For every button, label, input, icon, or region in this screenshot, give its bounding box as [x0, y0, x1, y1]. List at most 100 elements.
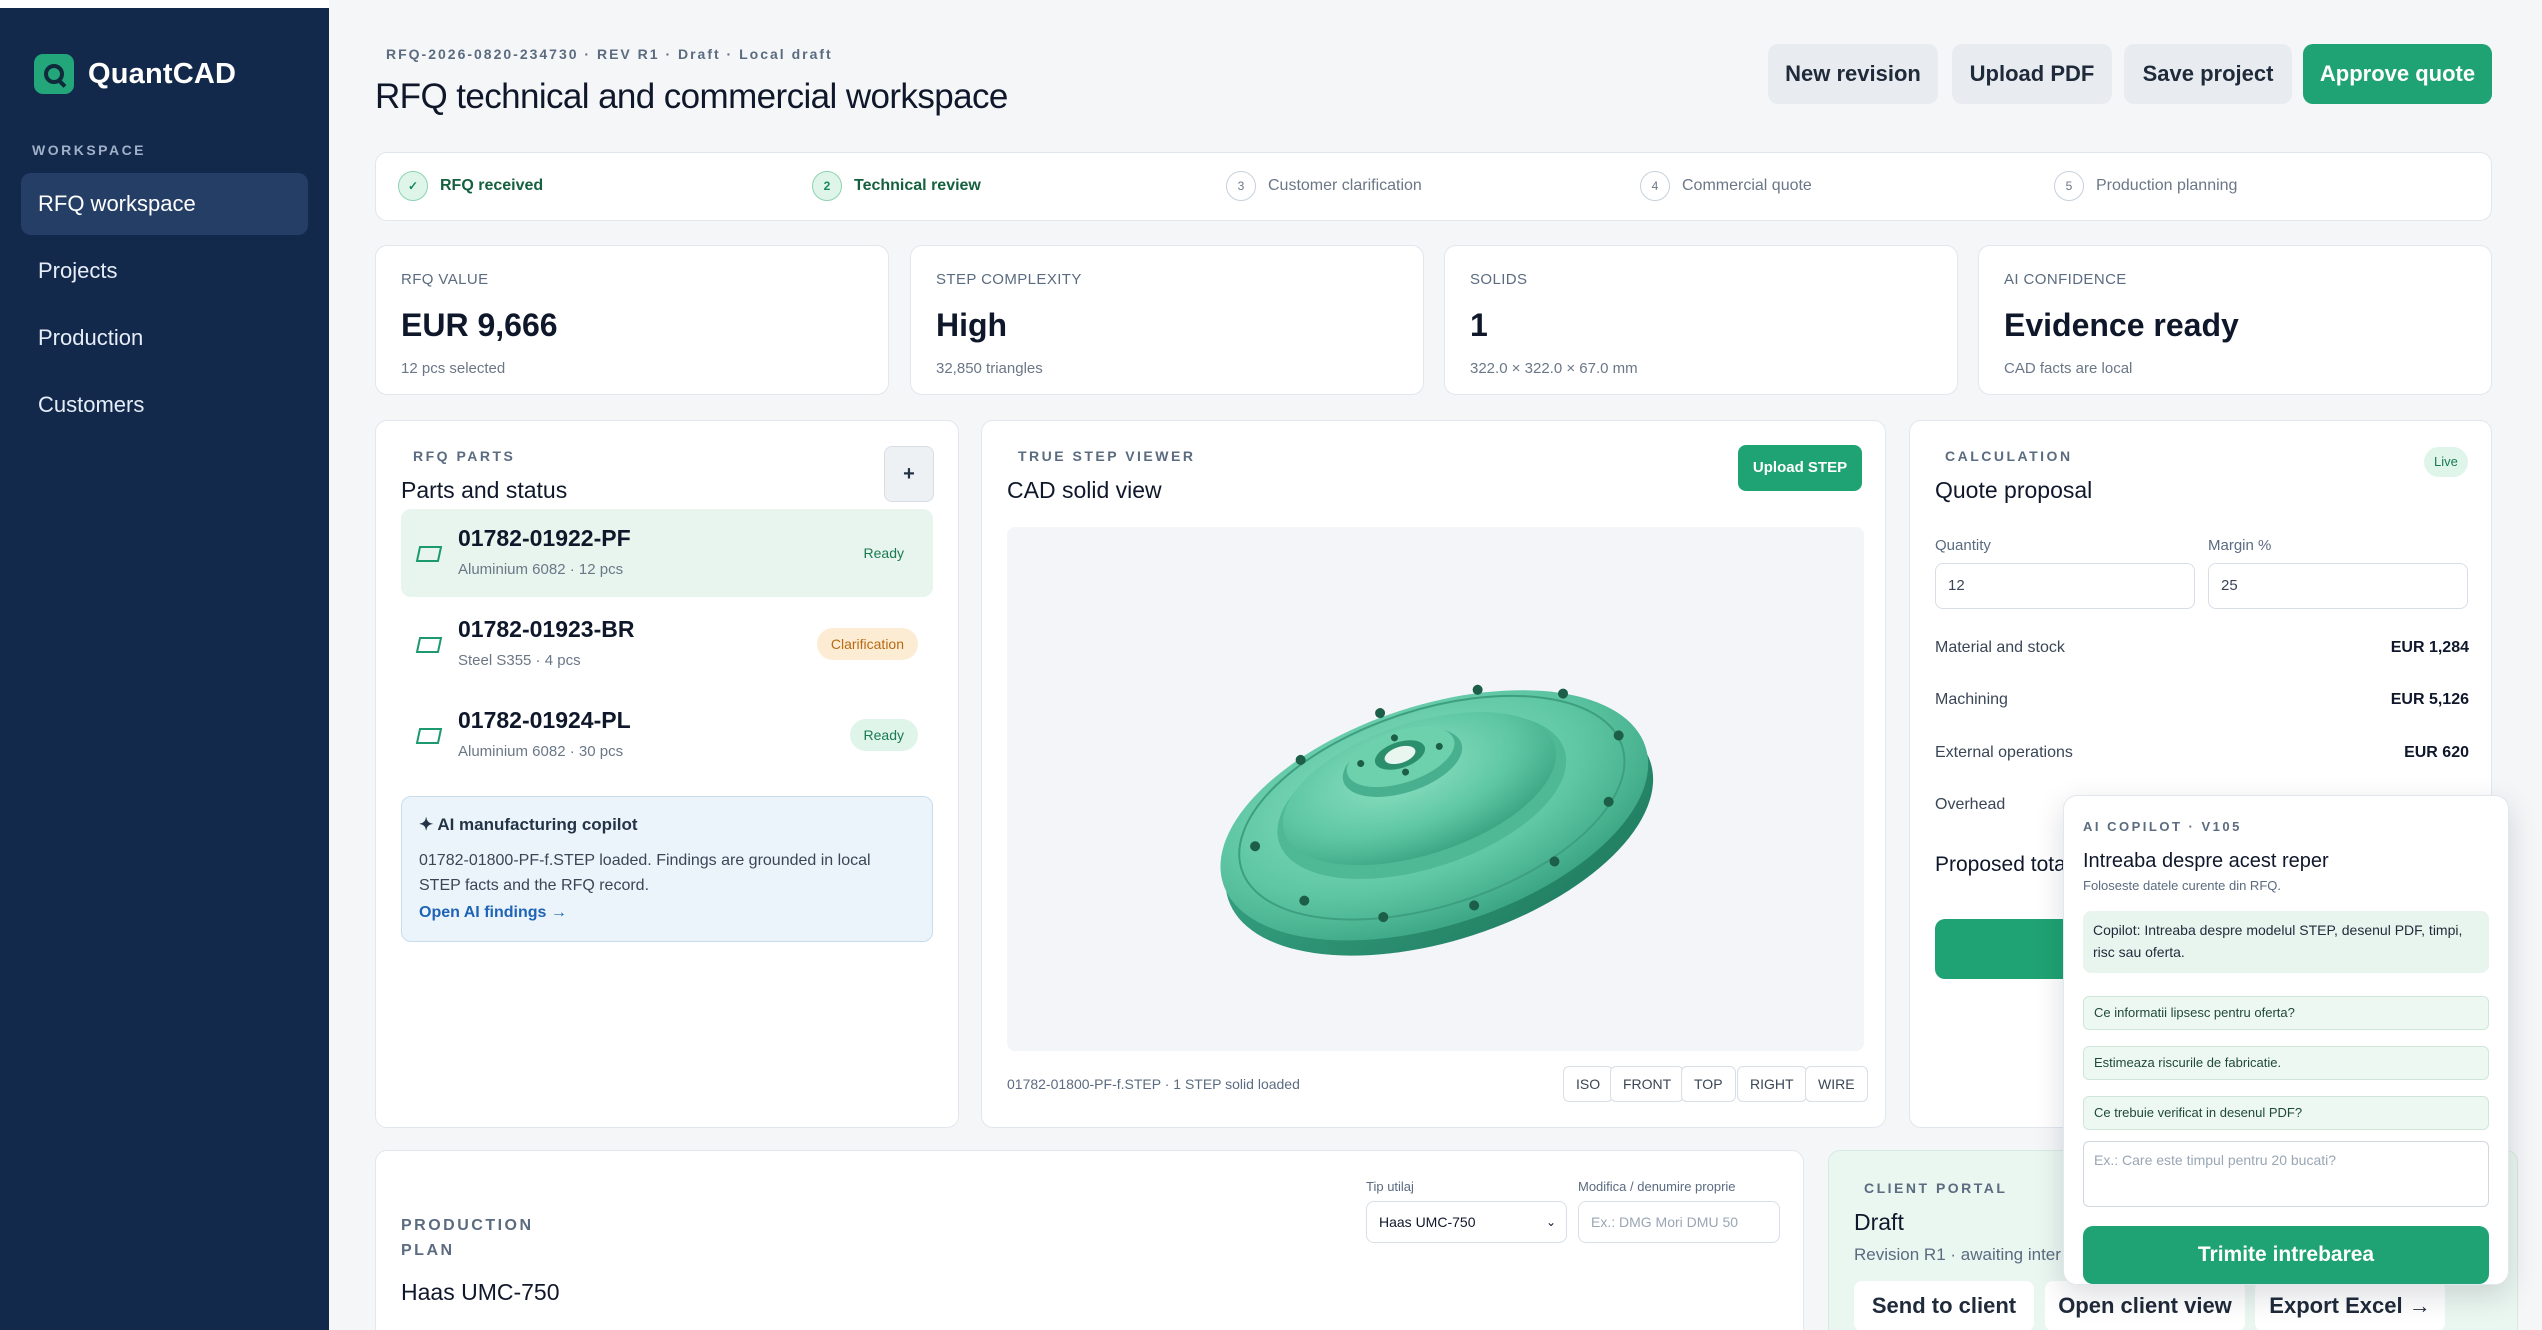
calc-row-label: Overhead: [1935, 796, 2006, 813]
sidebar-item-rfq-workspace[interactable]: RFQ workspace: [21, 173, 308, 235]
view-wire-button[interactable]: WIRE: [1805, 1066, 1868, 1102]
view-right-button[interactable]: RIGHT: [1737, 1066, 1807, 1102]
production-title: Haas UMC-750: [401, 1279, 560, 1305]
part-row[interactable]: 01782-01924-PL Aluminium 6082 · 30 pcs R…: [401, 691, 933, 779]
view-front-button[interactable]: FRONT: [1610, 1066, 1685, 1102]
status-badge: Clarification: [816, 628, 918, 660]
margin-label: Margin %: [2208, 537, 2272, 554]
step-rfq-received[interactable]: ✓ RFQ received: [398, 171, 543, 201]
part-name: 01782-01923-BR: [458, 616, 635, 642]
kpi-value: EUR 9,666: [401, 307, 558, 343]
new-revision-button[interactable]: New revision: [1768, 44, 1938, 104]
step-label: Production planning: [2096, 177, 2238, 194]
step-technical-review[interactable]: 2 Technical review: [812, 171, 981, 201]
part-row[interactable]: 01782-01922-PF Aluminium 6082 · 12 pcs R…: [401, 509, 933, 597]
part-icon: [415, 546, 443, 562]
suggestion-chip[interactable]: Ce informatii lipsesc pentru oferta?: [2083, 996, 2489, 1030]
chevron-down-icon: ⌄: [1545, 1215, 1556, 1229]
quantity-label: Quantity: [1935, 537, 1991, 554]
portal-sub: Revision R1 · awaiting inter: [1854, 1245, 2061, 1264]
kpi-step-complexity: STEP COMPLEXITY High 32,850 triangles: [910, 245, 1424, 395]
kpi-label: STEP COMPLEXITY: [936, 271, 1082, 288]
part-icon: [415, 637, 443, 653]
modify-label: Modifica / denumire proprie: [1578, 1179, 1736, 1194]
upload-step-button[interactable]: Upload STEP: [1738, 445, 1862, 491]
production-plan-card: PRODUCTION PLAN Haas UMC-750 Tip utilaj …: [375, 1150, 1804, 1330]
margin-input[interactable]: 25: [2208, 563, 2468, 609]
tool-type-value: Haas UMC-750: [1379, 1214, 1476, 1230]
send-to-client-button[interactable]: Send to client: [1854, 1281, 2034, 1330]
viewer-title: CAD solid view: [1007, 477, 1162, 503]
calc-title: Quote proposal: [1935, 477, 2093, 503]
approve-quote-button[interactable]: Approve quote: [2303, 44, 2492, 104]
portal-eyebrow: CLIENT PORTAL: [1864, 1180, 2008, 1196]
ai-question-textarea[interactable]: Ex.: Care este timpul pentru 20 bucati?: [2083, 1141, 2489, 1207]
view-iso-button[interactable]: ISO: [1563, 1066, 1614, 1102]
kpi-sub: 12 pcs selected: [401, 360, 506, 377]
cad-model: [1220, 684, 1654, 956]
step-commercial-quote[interactable]: 4 Commercial quote: [1640, 171, 1812, 201]
app-name: QuantCAD: [88, 57, 237, 90]
step-label: RFQ received: [440, 177, 544, 194]
export-excel-button[interactable]: Export Excel →: [2255, 1281, 2445, 1330]
step-label: Customer clarification: [1268, 177, 1422, 194]
proposed-total-label: Proposed total: [1935, 853, 2071, 876]
breadcrumb: RFQ-2026-0820-234730 · REV R1 · Draft · …: [386, 46, 833, 62]
calc-row-value: EUR 5,126: [2390, 691, 2469, 708]
suggestion-chip[interactable]: Ce trebuie verificat in desenul PDF?: [2083, 1096, 2489, 1130]
part-meta: Aluminium 6082 · 30 pcs: [458, 743, 624, 760]
parts-card: RFQ PARTS Parts and status + 01782-01922…: [375, 420, 959, 1128]
save-project-button[interactable]: Save project: [2124, 44, 2292, 104]
brand[interactable]: QuantCAD: [34, 54, 236, 94]
status-badge: Ready: [863, 545, 904, 561]
kpi-value: Evidence ready: [2004, 307, 2239, 343]
calc-row-label: Machining: [1935, 691, 2008, 708]
part-meta: Steel S355 · 4 pcs: [458, 652, 581, 669]
part-name: 01782-01922-PF: [458, 525, 631, 551]
kpi-ai-confidence: AI CONFIDENCE Evidence ready CAD facts a…: [1978, 245, 2492, 395]
ai-panel-message: Copilot: Intreaba despre modelul STEP, d…: [2083, 911, 2489, 973]
step-customer-clarification[interactable]: 3 Customer clarification: [1226, 171, 1422, 201]
ai-copilot-summary-text: 01782-01800-PF-f.STEP loaded. Findings a…: [419, 852, 871, 894]
suggestion-chip[interactable]: Estimeaza riscurile de fabricatie.: [2083, 1046, 2489, 1080]
ai-copilot-summary: ✦ AI manufacturing copilot 01782-01800-P…: [401, 796, 933, 942]
calc-row-value: EUR 620: [2404, 744, 2469, 761]
cad-viewport[interactable]: [1007, 527, 1864, 1051]
view-top-button[interactable]: TOP: [1681, 1066, 1736, 1102]
tool-type-select[interactable]: Haas UMC-750 ⌄: [1366, 1201, 1567, 1243]
sidebar-item-projects[interactable]: Projects: [21, 240, 308, 302]
send-question-button[interactable]: Trimite intrebarea: [2083, 1226, 2489, 1284]
quantcad-logo-icon: [34, 54, 74, 94]
kpi-sub: 322.0 × 322.0 × 67.0 mm: [1470, 360, 1638, 377]
modify-input[interactable]: Ex.: DMG Mori DMU 50: [1578, 1201, 1780, 1243]
part-row[interactable]: 01782-01923-BR Steel S355 · 4 pcs Clarif…: [401, 600, 933, 688]
sidebar-item-customers[interactable]: Customers: [21, 374, 308, 436]
open-client-view-button[interactable]: Open client view: [2045, 1281, 2245, 1330]
workflow-stepper: ✓ RFQ received 2 Technical review 3 Cust…: [375, 152, 2492, 221]
sidebar-item-production[interactable]: Production: [21, 307, 308, 369]
sidebar: QuantCAD WORKSPACE RFQ workspace Project…: [0, 0, 329, 1330]
step-label: Commercial quote: [1682, 177, 1812, 194]
kpi-solids: SOLIDS 1 322.0 × 322.0 × 67.0 mm: [1444, 245, 1958, 395]
production-eyebrow: PRODUCTION PLAN: [401, 1217, 534, 1259]
tool-type-label: Tip utilaj: [1366, 1179, 1414, 1194]
check-icon: ✓: [398, 171, 428, 201]
viewer-footer: 01782-01800-PF-f.STEP · 1 STEP solid loa…: [1007, 1076, 1300, 1092]
open-ai-findings-link[interactable]: Open AI findings →: [419, 904, 915, 922]
step-production-planning[interactable]: 5 Production planning: [2054, 171, 2237, 201]
kpi-label: AI CONFIDENCE: [2004, 271, 2127, 288]
quantity-input[interactable]: 12: [1935, 563, 2195, 609]
sidebar-section-label: WORKSPACE: [32, 142, 147, 158]
add-part-button[interactable]: +: [884, 446, 934, 502]
kpi-label: RFQ VALUE: [401, 271, 489, 288]
viewer-eyebrow: TRUE STEP VIEWER: [1018, 448, 1196, 464]
ai-copilot-summary-title: ✦ AI manufacturing copilot: [419, 815, 638, 834]
step-label: Technical review: [854, 177, 981, 194]
upload-pdf-button[interactable]: Upload PDF: [1952, 44, 2112, 104]
step-viewer-card: TRUE STEP VIEWER CAD solid view Upload S…: [981, 420, 1886, 1128]
calc-row-machining: Machining EUR 5,126: [1935, 691, 2469, 709]
kpi-value: High: [936, 307, 1008, 343]
parts-title: Parts and status: [401, 477, 568, 503]
page-title: RFQ technical and commercial workspace: [375, 77, 1008, 116]
part-meta: Aluminium 6082 · 12 pcs: [458, 561, 624, 578]
